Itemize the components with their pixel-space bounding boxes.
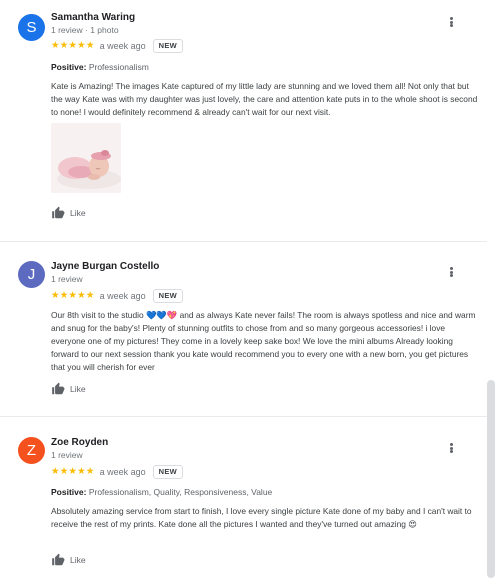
reviewer-meta: 1 review [51,450,83,460]
review-card: S Samantha Waring 1 review · 1 photo ★★★… [0,0,487,240]
thumbs-up-icon [52,382,65,395]
positive-label: Positive: [51,62,87,72]
positive-attributes: Positive: Professionalism [51,62,149,72]
more-options-icon[interactable] [448,441,454,455]
review-text: Our 8th visit to the studio 💙💙💖 and as a… [51,310,476,372]
positive-label: Positive: [51,487,87,497]
reviewer-name[interactable]: Jayne Burgan Costello [51,261,159,272]
reviews-feed: S Samantha Waring 1 review · 1 photo ★★★… [0,0,487,578]
like-button[interactable]: Like [51,552,86,568]
new-badge: NEW [152,39,184,53]
positive-attributes: Positive: Professionalism, Quality, Resp… [51,487,272,497]
review-photo[interactable] [51,123,121,193]
like-label: Like [70,555,86,565]
like-label: Like [70,208,86,218]
thumbs-up-icon [52,553,65,566]
more-options-icon[interactable] [448,265,454,279]
review-card: J Jayne Burgan Costello 1 review ★★★★★ a… [0,242,487,416]
new-badge: NEW [152,289,184,303]
baby-photo-image [51,123,121,193]
review-text: Kate is Amazing! The images Kate capture… [51,81,478,117]
star-rating: ★★★★★ [51,466,95,478]
avatar[interactable]: J [18,261,45,288]
review-date: a week ago [99,291,146,301]
like-button[interactable]: Like [51,381,86,397]
more-options-icon[interactable] [448,15,454,29]
reviewer-name[interactable]: Zoe Royden [51,437,108,448]
star-rating: ★★★★★ [51,290,95,302]
avatar[interactable]: Z [18,437,45,464]
reviewer-name[interactable]: Samantha Waring [51,12,135,23]
like-label: Like [70,384,86,394]
rating-row: ★★★★★ a week ago NEW [51,289,184,303]
avatar[interactable]: S [18,14,45,41]
positive-values: Professionalism, Quality, Responsiveness… [88,487,273,497]
rating-row: ★★★★★ a week ago NEW [51,39,184,53]
scrollbar-thumb[interactable] [487,380,495,578]
positive-values: Professionalism [88,62,149,72]
star-rating: ★★★★★ [51,40,95,52]
like-button[interactable]: Like [51,205,86,221]
review-card: Z Zoe Royden 1 review ★★★★★ a week ago N… [0,417,487,578]
reviewer-meta: 1 review · 1 photo [51,25,119,35]
new-badge: NEW [152,465,184,479]
review-text: Absolutely amazing service from start to… [51,506,472,529]
rating-row: ★★★★★ a week ago NEW [51,465,184,479]
reviewer-meta: 1 review [51,274,83,284]
thumbs-up-icon [52,206,65,219]
review-date: a week ago [99,467,146,477]
review-date: a week ago [99,41,146,51]
